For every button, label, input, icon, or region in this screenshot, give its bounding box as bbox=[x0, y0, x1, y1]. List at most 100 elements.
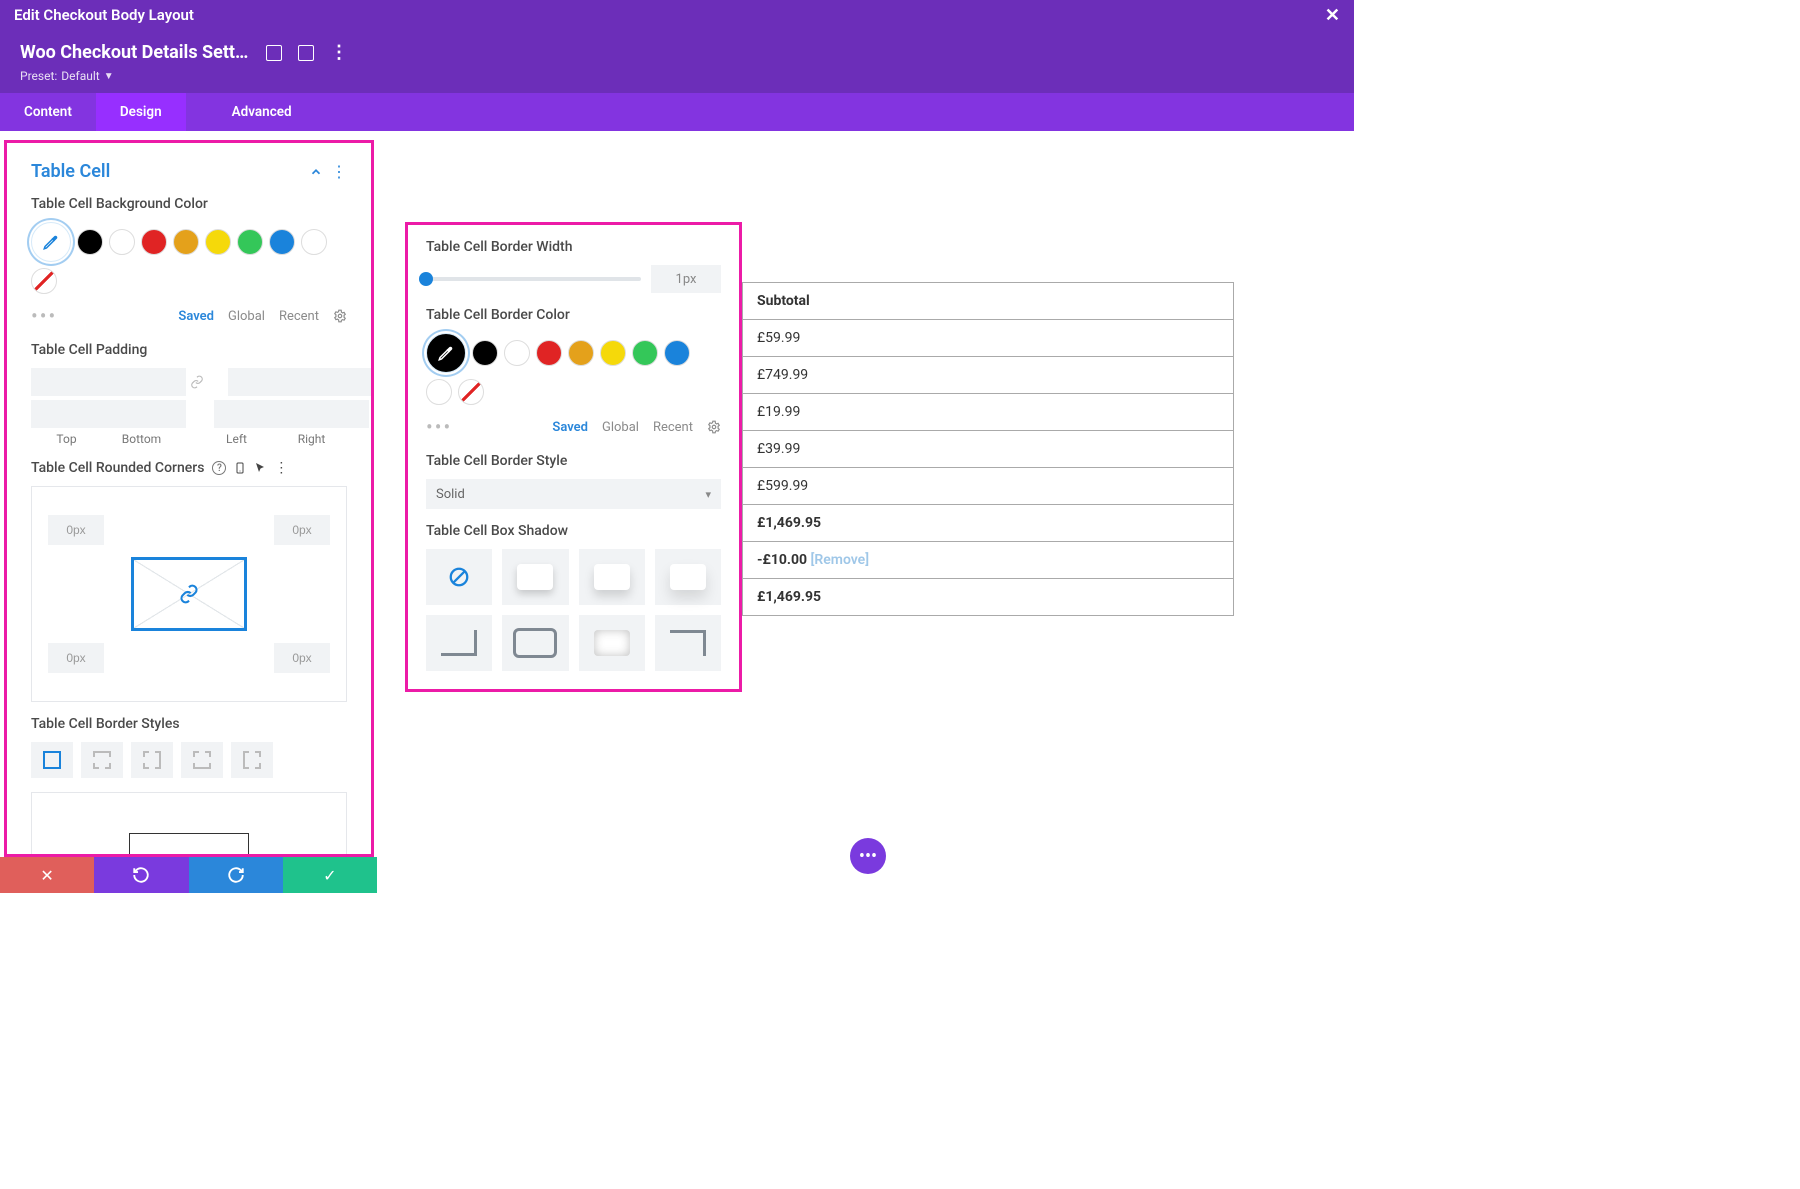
shadow-opt-4[interactable] bbox=[426, 615, 492, 671]
swatch-tab-saved-2[interactable]: Saved bbox=[552, 420, 588, 435]
padding-bottom-input[interactable] bbox=[31, 400, 186, 428]
swatch-b-black[interactable] bbox=[472, 340, 498, 366]
shadow-opt-6[interactable] bbox=[579, 615, 645, 671]
help-icon[interactable]: ? bbox=[212, 461, 226, 475]
section-kebab-icon[interactable]: ⋮ bbox=[331, 162, 347, 181]
swatch-yellow[interactable] bbox=[205, 229, 231, 255]
save-button[interactable]: ✓ bbox=[283, 857, 377, 893]
table-row: £599.99 bbox=[743, 468, 1234, 505]
rounded-kebab-icon[interactable]: ⋮ bbox=[274, 460, 288, 476]
border-width-value[interactable]: 1px bbox=[651, 265, 721, 293]
shadow-opt-1[interactable] bbox=[502, 549, 568, 605]
preset-selector[interactable]: Preset: Default ▼ bbox=[20, 69, 1334, 83]
corner-bl-input[interactable] bbox=[48, 643, 104, 673]
tab-advanced[interactable]: Advanced bbox=[208, 93, 316, 131]
corner-tr-input[interactable] bbox=[274, 515, 330, 545]
columns-icon[interactable] bbox=[298, 45, 314, 61]
subtotal-total: £1,469.95 bbox=[743, 505, 1234, 542]
border-top-button[interactable] bbox=[81, 742, 123, 778]
phone-icon[interactable] bbox=[234, 460, 246, 476]
close-icon[interactable]: ✕ bbox=[1325, 5, 1340, 26]
swatch-green[interactable] bbox=[237, 229, 263, 255]
preset-label: Preset: bbox=[20, 69, 57, 83]
redo-button[interactable] bbox=[189, 857, 283, 893]
table-row: £59.99 bbox=[743, 320, 1234, 357]
border-bottom-button[interactable] bbox=[181, 742, 223, 778]
label-rounded-corners: Table Cell Rounded Corners ? ⋮ bbox=[31, 460, 347, 476]
swatch-white2[interactable] bbox=[301, 229, 327, 255]
swatch-none[interactable] bbox=[31, 268, 57, 294]
expand-icon[interactable] bbox=[266, 45, 282, 61]
preview-rect bbox=[129, 833, 249, 854]
settings-panel: Table Cell ⋮ Table Cell Background Color bbox=[4, 140, 374, 857]
swatch-tab-recent[interactable]: Recent bbox=[279, 309, 319, 324]
collapse-icon[interactable] bbox=[309, 165, 323, 179]
swatch-tab-recent-2[interactable]: Recent bbox=[653, 420, 693, 435]
gear-icon[interactable] bbox=[333, 309, 347, 323]
shadow-opt-2[interactable] bbox=[579, 549, 645, 605]
swatch-b-white2[interactable] bbox=[426, 379, 452, 405]
more-dots-icon[interactable]: ••• bbox=[31, 304, 57, 328]
hover-cursor-icon[interactable] bbox=[254, 461, 266, 475]
border-style-value: Solid bbox=[436, 487, 465, 502]
swatch-tab-global[interactable]: Global bbox=[228, 309, 265, 324]
label-padding: Table Cell Padding bbox=[31, 342, 347, 358]
corner-br-input[interactable] bbox=[274, 643, 330, 673]
border-right-button[interactable] bbox=[131, 742, 173, 778]
padding-right-label: Right bbox=[276, 432, 347, 446]
eyedropper-icon[interactable] bbox=[31, 222, 71, 262]
swatch-blue[interactable] bbox=[269, 229, 295, 255]
more-dots-border-icon[interactable]: ••• bbox=[426, 415, 452, 439]
subheader: Woo Checkout Details Setti... ⋮ Preset: … bbox=[0, 30, 1354, 93]
border-left-button[interactable] bbox=[231, 742, 273, 778]
swatch-black[interactable] bbox=[77, 229, 103, 255]
swatch-b-green[interactable] bbox=[632, 340, 658, 366]
cancel-button[interactable]: ✕ bbox=[0, 857, 94, 893]
swatch-orange[interactable] bbox=[173, 229, 199, 255]
shadow-none[interactable] bbox=[426, 549, 492, 605]
swatch-b-white[interactable] bbox=[504, 340, 530, 366]
gear-border-icon[interactable] bbox=[707, 420, 721, 434]
padding-top-input[interactable] bbox=[31, 368, 186, 396]
padding-top-label: Top bbox=[31, 432, 102, 446]
tabs: Content Design Advanced bbox=[0, 93, 1354, 131]
swatch-b-red[interactable] bbox=[536, 340, 562, 366]
swatch-b-none[interactable] bbox=[458, 379, 484, 405]
slider-thumb[interactable] bbox=[419, 272, 433, 286]
border-all-button[interactable] bbox=[31, 742, 73, 778]
select-caret-icon: ▾ bbox=[705, 488, 711, 501]
corners-box bbox=[31, 486, 347, 702]
border-preview bbox=[31, 792, 347, 854]
shadow-opt-3[interactable] bbox=[655, 549, 721, 605]
shadow-opt-7[interactable] bbox=[655, 615, 721, 671]
grand-total: £1,469.95 bbox=[743, 579, 1234, 616]
eyedropper-border-icon[interactable] bbox=[426, 333, 466, 373]
order-table: Subtotal £59.99 £749.99 £19.99 £39.99 £5… bbox=[742, 282, 1234, 616]
preset-value: Default bbox=[61, 69, 99, 83]
tab-content[interactable]: Content bbox=[0, 93, 96, 131]
link-corners-icon[interactable] bbox=[131, 557, 247, 631]
th-subtotal: Subtotal bbox=[743, 283, 1234, 320]
label-border-color: Table Cell Border Color bbox=[426, 307, 721, 323]
swatch-red[interactable] bbox=[141, 229, 167, 255]
fab-more-icon[interactable]: ••• bbox=[850, 838, 886, 874]
undo-button[interactable] bbox=[94, 857, 188, 893]
table-row: £19.99 bbox=[743, 394, 1234, 431]
remove-link[interactable]: [Remove] bbox=[811, 552, 870, 568]
corner-tl-input[interactable] bbox=[48, 515, 104, 545]
padding-left-label: Left bbox=[201, 432, 272, 446]
swatch-tab-global-2[interactable]: Global bbox=[602, 420, 639, 435]
padding-right-input[interactable] bbox=[214, 400, 369, 428]
padding-left-input[interactable] bbox=[228, 368, 371, 396]
swatch-tab-saved[interactable]: Saved bbox=[178, 309, 214, 324]
swatch-white[interactable] bbox=[109, 229, 135, 255]
swatch-b-yellow[interactable] bbox=[600, 340, 626, 366]
swatch-b-blue[interactable] bbox=[664, 340, 690, 366]
swatch-b-orange[interactable] bbox=[568, 340, 594, 366]
border-width-slider[interactable] bbox=[426, 277, 641, 281]
tab-design[interactable]: Design bbox=[96, 93, 186, 131]
shadow-opt-5[interactable] bbox=[502, 615, 568, 671]
border-style-select[interactable]: Solid ▾ bbox=[426, 479, 721, 509]
link-vert-icon[interactable] bbox=[190, 375, 204, 389]
label-border-styles: Table Cell Border Styles bbox=[31, 716, 347, 732]
